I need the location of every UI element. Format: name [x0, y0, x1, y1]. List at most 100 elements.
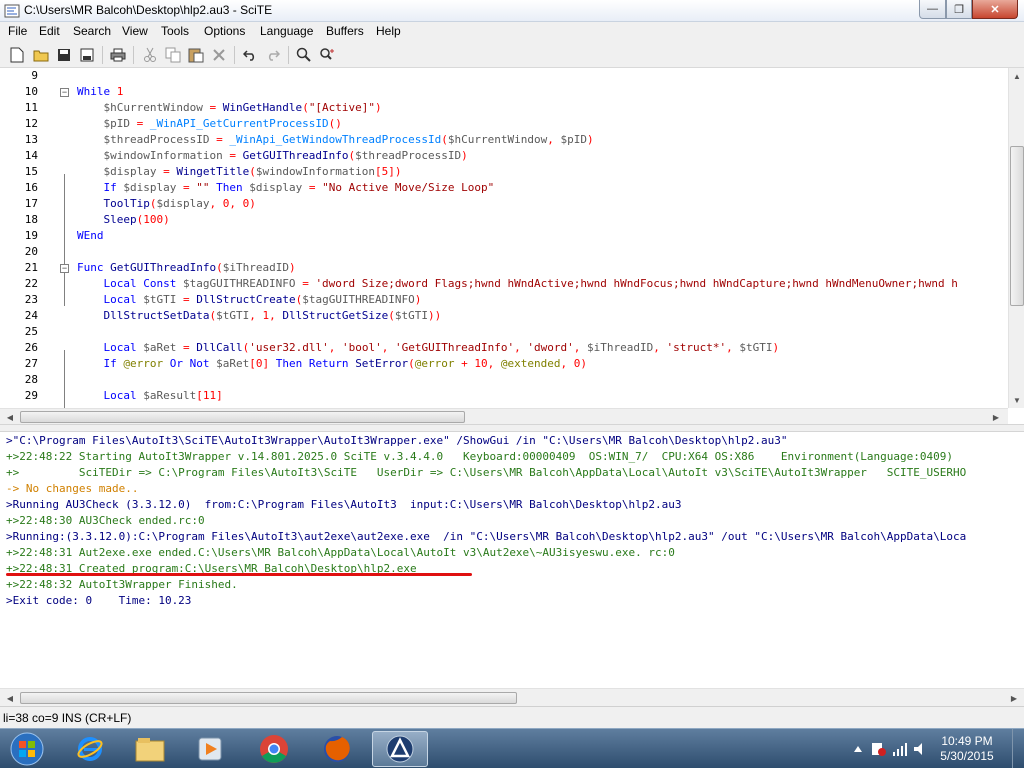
cut-icon[interactable]	[141, 46, 159, 64]
menu-edit[interactable]: Edit	[39, 24, 60, 38]
editor-horizontal-scrollbar[interactable]: ◀ ▶	[0, 408, 1008, 424]
code-line[interactable]: 26 Local $aRet = DllCall('user32.dll', '…	[0, 340, 1008, 356]
pane-splitter[interactable]	[0, 424, 1024, 432]
code-token: $display	[156, 197, 210, 210]
scroll-thumb[interactable]	[20, 692, 517, 704]
scroll-left-arrow-icon[interactable]: ◀	[2, 690, 18, 706]
output-line[interactable]: >"C:\Program Files\AutoIt3\SciTE\AutoIt3…	[6, 433, 787, 449]
code-line[interactable]: 13 $threadProcessID = _WinApi_GetWindowT…	[0, 132, 1008, 148]
menu-tools[interactable]: Tools	[161, 24, 189, 38]
volume-icon[interactable]	[912, 741, 928, 757]
scroll-down-arrow-icon[interactable]: ▼	[1009, 392, 1024, 408]
open-folder-icon[interactable]	[32, 46, 50, 64]
code-line[interactable]: 25	[0, 324, 1008, 340]
output-line[interactable]: +> SciTEDir => C:\Program Files\AutoIt3\…	[6, 465, 966, 481]
code-text: WEnd	[77, 228, 104, 244]
code-line[interactable]: 28	[0, 372, 1008, 388]
code-line[interactable]: 18 Sleep(100)	[0, 212, 1008, 228]
output-horizontal-scrollbar[interactable]: ◀ ▶	[0, 688, 1024, 706]
replace-icon[interactable]	[318, 46, 336, 64]
scroll-thumb[interactable]	[1010, 146, 1024, 306]
code-line[interactable]: 27 If @error Or Not $aRet[0] Then Return…	[0, 356, 1008, 372]
redo-icon[interactable]	[264, 46, 282, 64]
output-line[interactable]: >Running AU3Check (3.3.12.0) from:C:\Pro…	[6, 497, 682, 513]
menu-view[interactable]: View	[122, 24, 148, 38]
code-line[interactable]: 16 If $display = "" Then $display = "No …	[0, 180, 1008, 196]
code-line[interactable]: 15 $display = WingetTitle($windowInforma…	[0, 164, 1008, 180]
start-button[interactable]	[2, 731, 52, 767]
menu-help[interactable]: Help	[376, 24, 401, 38]
code-token: WEnd	[77, 229, 104, 242]
new-file-icon[interactable]	[8, 46, 26, 64]
code-line[interactable]: 24 DllStructSetData($tGTI, 1, DllStructG…	[0, 308, 1008, 324]
print-icon[interactable]	[109, 46, 127, 64]
code-token: )	[580, 357, 588, 370]
code-token: Sleep	[77, 213, 137, 226]
line-number: 17	[24, 197, 38, 210]
code-token: [	[196, 389, 203, 402]
taskbar-scite[interactable]	[372, 731, 428, 767]
scroll-left-arrow-icon[interactable]: ◀	[2, 409, 18, 425]
output-line[interactable]: +>22:48:22 Starting AutoIt3Wrapper v.14.…	[6, 449, 953, 465]
code-line[interactable]: 17 ToolTip($display, 0, 0)	[0, 196, 1008, 212]
code-line[interactable]: 29 Local $aResult[11]	[0, 388, 1008, 404]
code-text: $display = WingetTitle($windowInformatio…	[77, 164, 401, 180]
code-line[interactable]: 12 $pID = _WinAPI_GetCurrentProcessID()	[0, 116, 1008, 132]
editor-vertical-scrollbar[interactable]: ▲ ▼	[1008, 68, 1024, 408]
save-icon[interactable]	[55, 46, 73, 64]
output-line[interactable]: +>22:48:32 AutoIt3Wrapper Finished.	[6, 577, 238, 593]
undo-icon[interactable]	[241, 46, 259, 64]
code-line[interactable]: 22 Local Const $tagGUITHREADINFO = 'dwor…	[0, 276, 1008, 292]
code-token: (	[216, 261, 223, 274]
minimize-button[interactable]: —	[919, 0, 946, 19]
code-line[interactable]: 9	[0, 68, 1008, 84]
taskbar-chrome[interactable]	[246, 731, 302, 767]
maximize-button[interactable]: ❐	[946, 0, 972, 19]
code-line[interactable]: 14 $windowInformation = GetGUIThreadInfo…	[0, 148, 1008, 164]
status-bar: li=38 co=9 INS (CR+LF)	[0, 706, 1024, 728]
output-line[interactable]: +>22:48:30 AU3Check ended.rc:0	[6, 513, 205, 529]
output-line[interactable]: >Exit code: 0 Time: 10.23	[6, 593, 191, 609]
taskbar-media-player[interactable]	[182, 731, 238, 767]
code-line[interactable]: 21 Func GetGUIThreadInfo($iThreadID)	[0, 260, 1008, 276]
code-line[interactable]: 11 $hCurrentWindow = WinGetHandle("[Acti…	[0, 100, 1008, 116]
scroll-right-arrow-icon[interactable]: ▶	[988, 409, 1004, 425]
menu-options[interactable]: Options	[204, 24, 245, 38]
menu-search[interactable]: Search	[73, 24, 111, 38]
code-token: Local Const	[77, 277, 183, 290]
show-hidden-icons-icon[interactable]	[850, 741, 866, 757]
taskbar-internet-explorer[interactable]	[62, 731, 118, 767]
save-as-icon[interactable]	[78, 46, 96, 64]
code-line[interactable]: 20	[0, 244, 1008, 260]
network-signal-icon[interactable]	[892, 741, 908, 757]
output-line[interactable]: +>22:48:31 Aut2exe.exe ended.C:\Users\MR…	[6, 545, 675, 561]
scroll-thumb[interactable]	[20, 411, 465, 423]
menu-file[interactable]: File	[8, 24, 27, 38]
code-line[interactable]: 19 WEnd	[0, 228, 1008, 244]
line-number: 15	[24, 165, 38, 178]
output-line[interactable]: >Running:(3.3.12.0):C:\Program Files\Aut…	[6, 529, 966, 545]
menu-buffers[interactable]: Buffers	[326, 24, 364, 38]
show-desktop-button[interactable]	[1012, 729, 1024, 768]
code-token: WingetTitle	[176, 165, 250, 178]
code-line[interactable]: 23 Local $tGTI = DllStructCreate($tagGUI…	[0, 292, 1008, 308]
code-token: (	[441, 133, 448, 146]
scroll-right-arrow-icon[interactable]: ▶	[1006, 690, 1022, 706]
output-line[interactable]: -> No changes made..	[6, 481, 138, 497]
action-center-icon[interactable]	[870, 741, 886, 757]
output-pane[interactable]: >"C:\Program Files\AutoIt3\SciTE\AutoIt3…	[0, 432, 1024, 688]
delete-icon[interactable]	[210, 46, 228, 64]
code-line[interactable]: 10 While 1	[0, 84, 1008, 100]
taskbar-file-explorer[interactable]	[122, 731, 178, 767]
taskbar-clock[interactable]: 10:49 PM 5/30/2015	[932, 734, 1002, 764]
close-button[interactable]: ✕	[972, 0, 1018, 19]
paste-icon[interactable]	[187, 46, 205, 64]
menu-language[interactable]: Language	[260, 24, 313, 38]
taskbar-firefox[interactable]	[309, 731, 365, 767]
scroll-up-arrow-icon[interactable]: ▲	[1009, 68, 1024, 84]
code-text: $threadProcessID = _WinApi_GetWindowThre…	[77, 132, 593, 148]
find-icon[interactable]	[295, 46, 313, 64]
line-number: 20	[24, 245, 38, 258]
code-editor[interactable]: − − 9 10 While 1 11 $hCurrentWindow = WinGe…	[0, 68, 1008, 408]
copy-icon[interactable]	[164, 46, 182, 64]
